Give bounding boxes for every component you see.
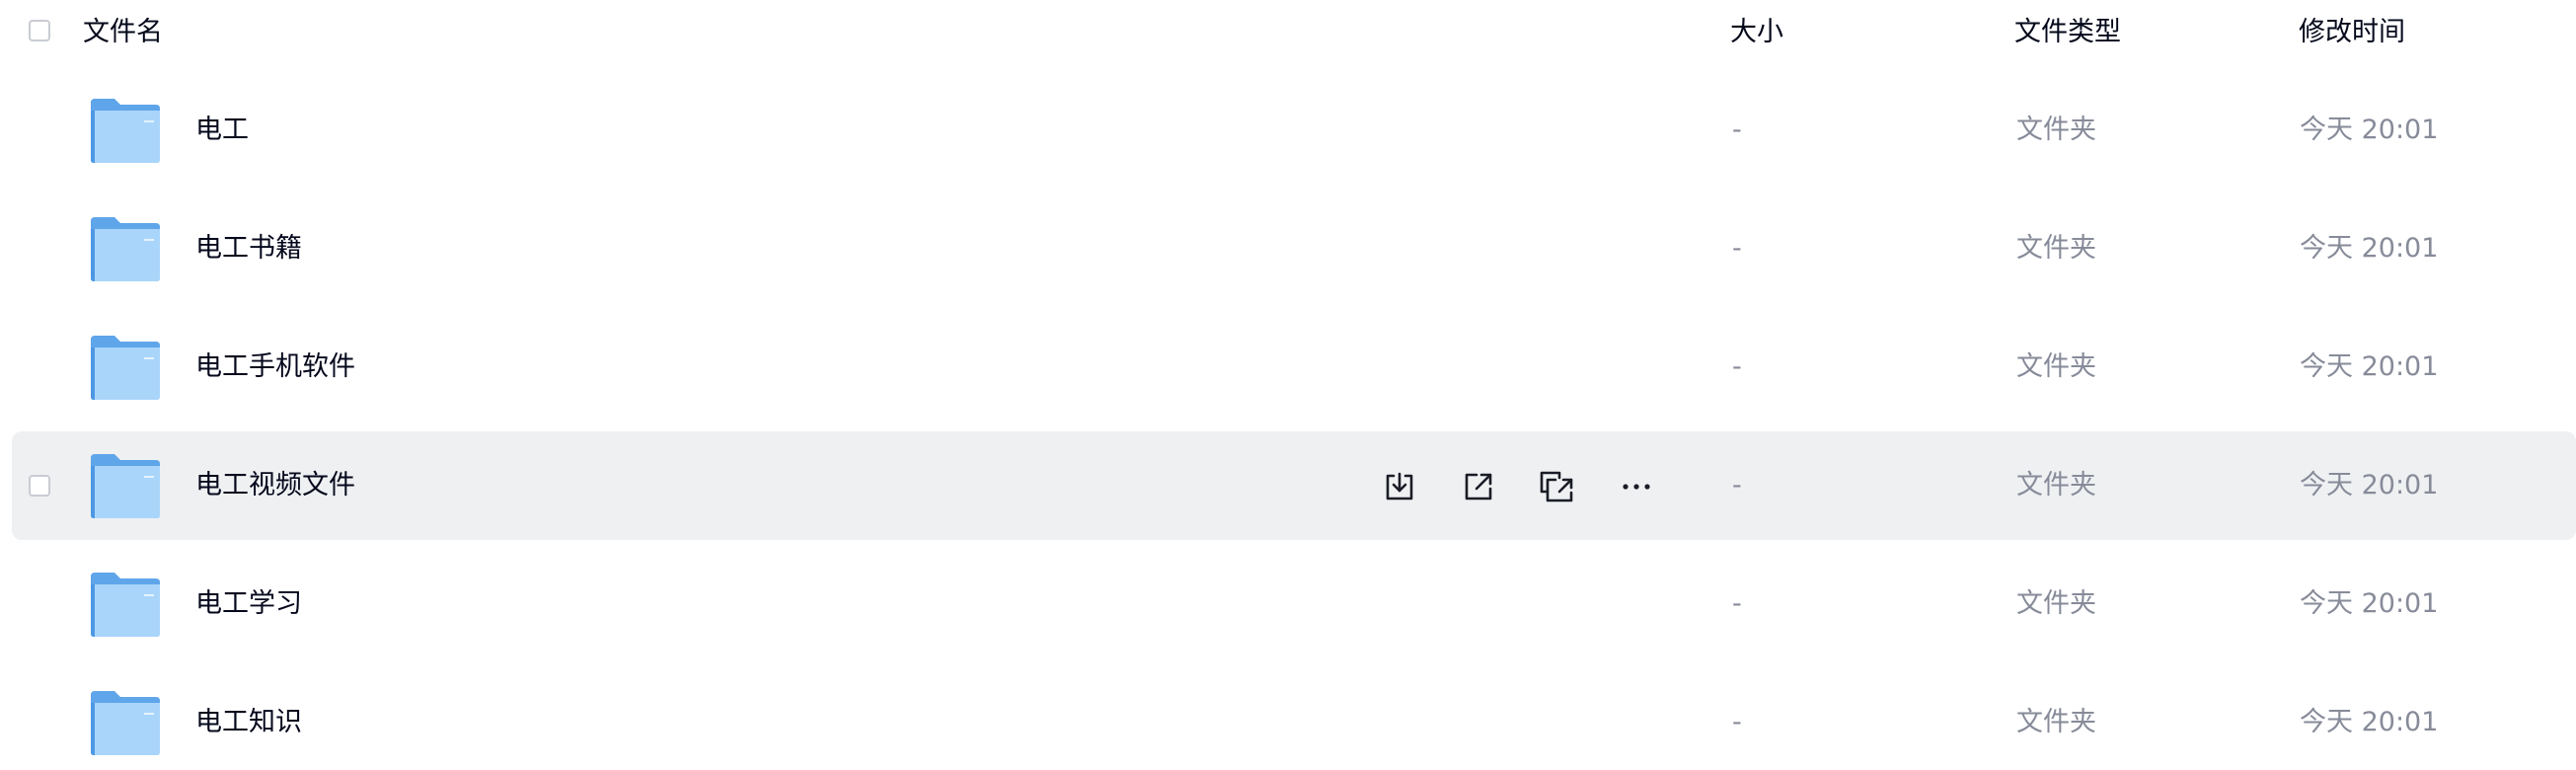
table-row[interactable]: 电工书籍 - 文件夹 今天 20:01 — [12, 194, 2576, 303]
file-modified-time: 今天 20:01 — [2300, 351, 2439, 382]
file-modified-time: 今天 20:01 — [2300, 588, 2439, 619]
file-size: - — [1732, 707, 1742, 737]
more-icon[interactable] — [1617, 467, 1656, 506]
header-type[interactable]: 文件类型 — [2014, 15, 2121, 50]
download-icon[interactable] — [1380, 467, 1419, 506]
file-name[interactable]: 电工知识 — [195, 705, 302, 740]
header-size[interactable]: 大小 — [1730, 15, 1783, 50]
copy-link-icon[interactable] — [1538, 467, 1577, 506]
file-size: - — [1732, 470, 1742, 500]
file-size: - — [1732, 351, 1742, 382]
folder-icon — [91, 336, 160, 400]
share-icon[interactable] — [1459, 467, 1498, 506]
folder-icon — [91, 573, 160, 637]
file-size: - — [1732, 233, 1742, 264]
file-size: - — [1732, 115, 1742, 145]
header-modified-time[interactable]: 修改时间 — [2299, 15, 2405, 50]
file-type: 文件夹 — [2016, 470, 2096, 500]
file-type: 文件夹 — [2016, 351, 2096, 382]
header-filename[interactable]: 文件名 — [83, 15, 163, 50]
file-modified-time: 今天 20:01 — [2300, 115, 2439, 145]
file-list: 文件名 大小 文件类型 修改时间 电工 - 文件夹 今天 20:01 电工书籍 … — [0, 0, 2576, 770]
select-all-checkbox[interactable] — [29, 20, 50, 41]
table-row[interactable]: 电工学习 - 文件夹 今天 20:01 — [12, 550, 2576, 658]
file-modified-time: 今天 20:01 — [2300, 707, 2439, 737]
file-type: 文件夹 — [2016, 707, 2096, 737]
file-name[interactable]: 电工 — [195, 113, 249, 148]
file-name[interactable]: 电工书籍 — [195, 231, 302, 267]
table-row[interactable]: 电工手机软件 - 文件夹 今天 20:01 — [12, 313, 2576, 422]
file-type: 文件夹 — [2016, 115, 2096, 145]
file-modified-time: 今天 20:01 — [2300, 470, 2439, 500]
folder-icon — [91, 454, 160, 518]
file-modified-time: 今天 20:01 — [2300, 233, 2439, 264]
folder-icon — [91, 217, 160, 281]
table-row-hovered[interactable]: 电工视频文件 - 文件夹 今天 20:01 — [12, 431, 2576, 540]
file-size: - — [1732, 588, 1742, 619]
file-type: 文件夹 — [2016, 233, 2096, 264]
table-row[interactable]: 电工知识 - 文件夹 今天 20:01 — [12, 668, 2576, 770]
folder-icon — [91, 691, 160, 755]
file-name[interactable]: 电工学习 — [195, 586, 302, 622]
file-type: 文件夹 — [2016, 588, 2096, 619]
list-header: 文件名 大小 文件类型 修改时间 — [0, 0, 2576, 65]
file-name[interactable]: 电工手机软件 — [195, 349, 355, 385]
table-row[interactable]: 电工 - 文件夹 今天 20:01 — [12, 76, 2576, 185]
folder-icon — [91, 99, 160, 163]
file-name[interactable]: 电工视频文件 — [195, 468, 355, 503]
row-checkbox[interactable] — [29, 475, 50, 497]
